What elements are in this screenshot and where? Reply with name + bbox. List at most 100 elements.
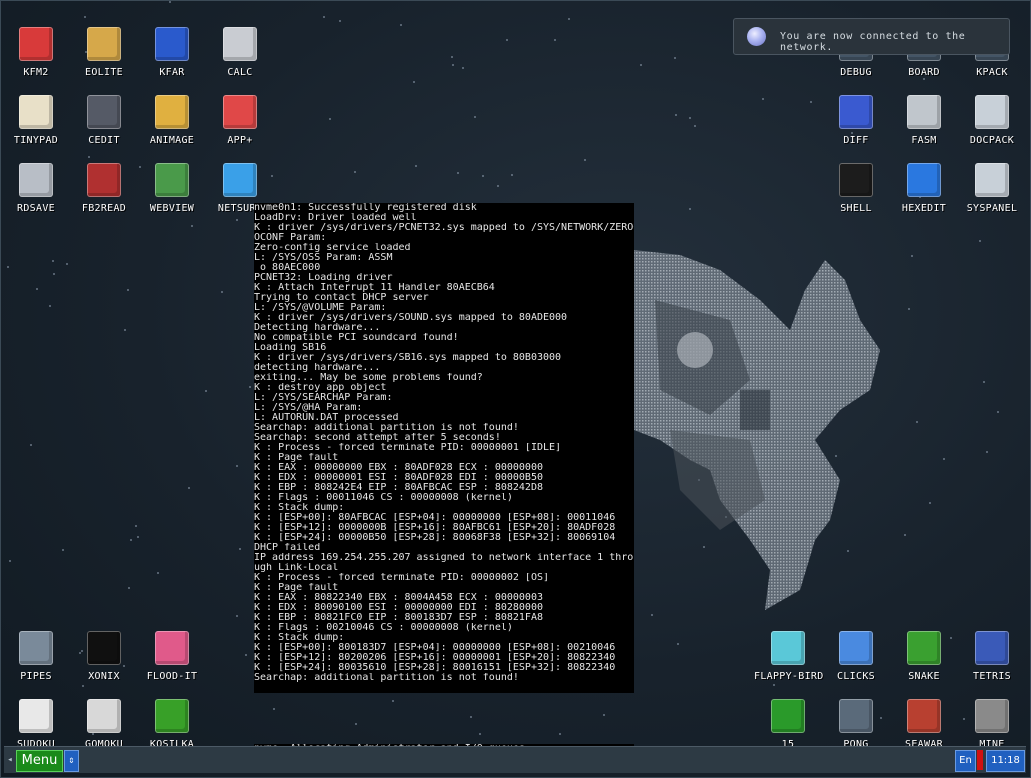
- star: [904, 534, 907, 537]
- star: [688, 207, 691, 210]
- language-indicator[interactable]: En: [955, 750, 976, 772]
- desktop-icon-kosilka[interactable]: KOSILKA: [138, 687, 206, 755]
- desktop-icon-rdsave[interactable]: RDSAVE: [2, 151, 70, 219]
- desktop-icon-seawar[interactable]: SEAWAR: [890, 687, 958, 755]
- log-line: exiting... May be some problems found?: [254, 373, 483, 383]
- desktop-icon-syspanel[interactable]: SYSPANEL: [958, 151, 1026, 219]
- star: [36, 287, 39, 290]
- taskbar-left-arrow-icon[interactable]: ◂: [4, 750, 16, 770]
- log-line: K : Process - forced terminate PID: 0000…: [254, 443, 562, 453]
- snake-icon: [907, 631, 941, 665]
- desktop-icon-kfm2[interactable]: KFM2: [2, 15, 70, 83]
- star: [568, 17, 571, 20]
- disk-save-icon: [19, 163, 53, 197]
- star: [506, 38, 509, 41]
- log-line: DHCP failed: [254, 543, 321, 553]
- desktop-icon-fasm[interactable]: FASM: [890, 83, 958, 151]
- desktop-icon-webview[interactable]: WEBVIEW: [138, 151, 206, 219]
- desktop-icon-fb2read[interactable]: FB2READ: [70, 151, 138, 219]
- log-line: K : EAX : 00000000 EBX : 80ADF028 ECX : …: [254, 463, 543, 473]
- desktop-icon-snake[interactable]: SNAKE: [890, 619, 958, 687]
- star: [235, 614, 238, 617]
- desktop-icon-diff[interactable]: DIFF: [822, 83, 890, 151]
- star: [236, 219, 239, 222]
- star: [916, 420, 919, 423]
- desktop-icon-label: BOARD: [908, 67, 940, 78]
- gomoku-icon: [87, 699, 121, 733]
- star: [235, 464, 238, 467]
- syspanel-icon: [975, 163, 1009, 197]
- star: [238, 547, 241, 550]
- log-line: K : EDX : 00000001 ESI : 80ADF028 EDI : …: [254, 473, 543, 483]
- star: [452, 63, 455, 66]
- star: [244, 654, 247, 657]
- desktop-icon-tinypad[interactable]: TINYPAD: [2, 83, 70, 151]
- log-line: No compatible PCI soundcard found!: [254, 333, 459, 343]
- desktop-icon-gomoku[interactable]: GOMOKU: [70, 687, 138, 755]
- desktop-icon-label: TINYPAD: [13, 135, 59, 146]
- tetris-icon: [975, 631, 1009, 665]
- log-line: K : [ESP+12]: 0000000B [ESP+16]: 80AFBC6…: [254, 523, 616, 533]
- star: [322, 15, 325, 18]
- log-line: ugh Link-Local: [254, 563, 339, 573]
- log-line: Loading SB16: [254, 343, 327, 353]
- star: [603, 713, 605, 716]
- desktop-icon-label: DEBUG: [840, 67, 872, 78]
- log-line: LoadDrv: Driver loaded well: [254, 213, 417, 223]
- star: [137, 535, 140, 538]
- desktop-icon-flappy-bird[interactable]: FLAPPY-BIRD: [754, 619, 823, 687]
- desktop-icon-label: RDSAVE: [17, 203, 55, 214]
- star: [983, 380, 986, 383]
- star: [456, 172, 459, 175]
- star: [48, 305, 51, 308]
- log-line: K : driver /sys/drivers/SB16.sys mapped …: [254, 353, 562, 363]
- log-line: K : Page fault: [254, 453, 339, 463]
- globe-icon: [223, 163, 257, 197]
- wallpaper-house-art: [634, 250, 880, 610]
- desktop-icon-flood-it[interactable]: FLOOD-IT: [138, 619, 206, 687]
- notification-text: You are now connected to the network.: [780, 31, 966, 53]
- desktop-icon-cedit[interactable]: CEDIT: [70, 83, 138, 151]
- log-line: IP address 169.254.255.207 assigned to n…: [254, 553, 634, 563]
- star: [52, 260, 55, 263]
- window-switch-button[interactable]: ⇕: [64, 750, 79, 772]
- star: [128, 586, 131, 589]
- desktop-icon-label: PIPES: [20, 671, 52, 682]
- star: [220, 291, 223, 294]
- star: [205, 390, 208, 393]
- star: [469, 715, 472, 718]
- desktop-icon-clicks[interactable]: CLICKS: [822, 619, 890, 687]
- desktop-icon-eolite[interactable]: EOLITE: [70, 15, 138, 83]
- star: [474, 115, 477, 118]
- log-line: K : EBP : 80821FC0 EIP : 800183D7 ESP : …: [254, 613, 543, 623]
- system-log-window[interactable]: nvme0n1: Successfully registered disk Loa…: [254, 203, 634, 693]
- status-indicator[interactable]: [977, 750, 983, 770]
- star: [399, 23, 402, 26]
- star: [353, 171, 356, 174]
- menu-button[interactable]: Menu: [16, 750, 63, 772]
- star: [979, 240, 982, 243]
- clock[interactable]: 11:18: [986, 750, 1025, 772]
- desktop-icon-tetris[interactable]: TETRIS: [958, 619, 1026, 687]
- desktop-icon-sudoku[interactable]: SUDOKU: [2, 687, 70, 755]
- desktop-icon-app-[interactable]: APP+: [206, 83, 274, 151]
- star: [929, 501, 932, 504]
- desktop-icon-pipes[interactable]: PIPES: [2, 619, 70, 687]
- log-line: detecting hardware...: [254, 363, 381, 373]
- star: [673, 56, 676, 59]
- star: [168, 0, 171, 3]
- desktop-icon-15[interactable]: 15: [754, 687, 822, 755]
- desktop-icon-pong[interactable]: PONG: [822, 687, 890, 755]
- desktop-icon-shell[interactable]: SHELL: [822, 151, 890, 219]
- assembler-icon: [907, 95, 941, 129]
- file-manager-icon: [19, 27, 53, 61]
- desktop-icon-kfar[interactable]: KFAR: [138, 15, 206, 83]
- network-notification[interactable]: You are now connected to the network.: [733, 18, 1010, 55]
- paint-icon: [155, 95, 189, 129]
- desktop-icon-animage[interactable]: ANIMAGE: [138, 83, 206, 151]
- desktop-icon-xonix[interactable]: XONIX: [70, 619, 138, 687]
- desktop-icon-calc[interactable]: CALC: [206, 15, 274, 83]
- desktop-icon-docpack[interactable]: DOCPACK: [958, 83, 1026, 151]
- desktop-icon-hexedit[interactable]: HEXEDIT: [890, 151, 958, 219]
- desktop-icon-mine[interactable]: MINE: [958, 687, 1026, 755]
